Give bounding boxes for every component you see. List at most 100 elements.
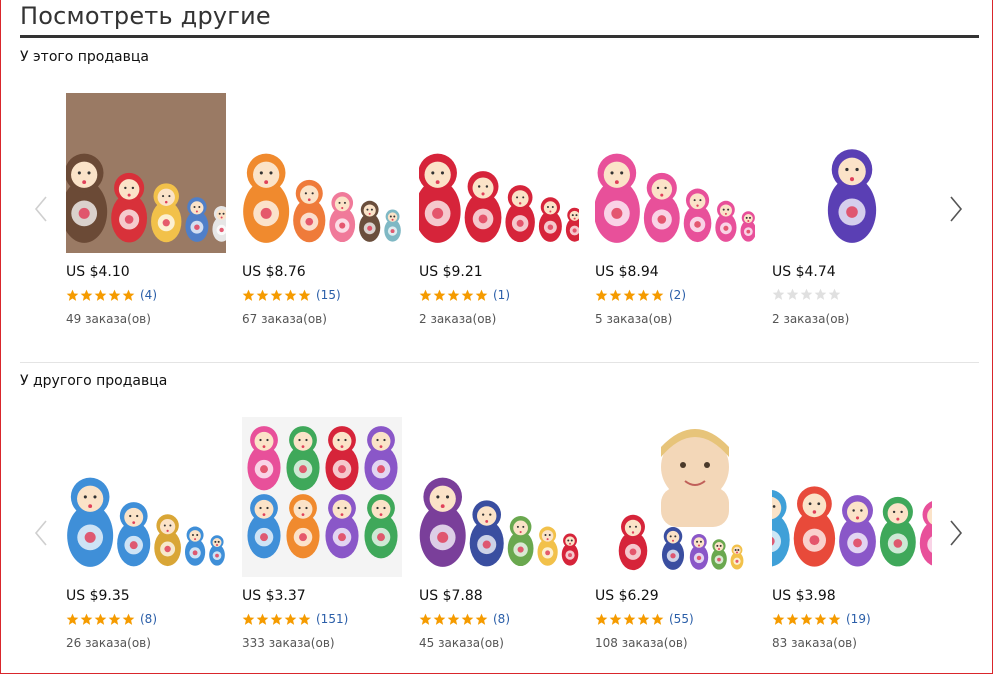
star-icon bbox=[298, 613, 311, 625]
product-card[interactable]: US $6.29 (55) 108 заказа(ов) bbox=[595, 417, 765, 650]
star-icon bbox=[828, 613, 841, 625]
star-icon bbox=[419, 613, 432, 625]
product-image-graphic bbox=[242, 417, 402, 577]
star-icon bbox=[800, 288, 813, 300]
product-orders: 2 заказа(ов) bbox=[772, 312, 850, 326]
product-card[interactable]: US $3.98 (19) 83 заказа(ов) bbox=[772, 417, 942, 650]
product-card[interactable]: US $8.76 (15) 67 заказа(ов) bbox=[242, 93, 412, 326]
product-image-graphic bbox=[772, 93, 932, 253]
product-card[interactable]: US $9.21 (1) 2 заказа(ов) bbox=[419, 93, 589, 326]
product-rating: (151) bbox=[242, 612, 348, 626]
review-count-link[interactable]: (2) bbox=[669, 288, 686, 302]
review-count-link[interactable]: (4) bbox=[140, 288, 157, 302]
star-icon bbox=[284, 613, 297, 625]
product-image-graphic bbox=[242, 93, 402, 253]
star-icon bbox=[828, 288, 841, 300]
product-price: US $8.94 bbox=[595, 264, 659, 280]
product-image-graphic bbox=[66, 93, 226, 253]
section-heading-other-seller: У другого продавца bbox=[20, 373, 168, 389]
review-count-link[interactable]: (55) bbox=[669, 612, 694, 626]
star-icon bbox=[447, 289, 460, 301]
product-image[interactable] bbox=[66, 93, 226, 253]
star-icon bbox=[786, 613, 799, 625]
product-image-graphic bbox=[419, 93, 579, 253]
rating-stars bbox=[242, 613, 311, 626]
review-count-link[interactable]: (8) bbox=[140, 612, 157, 626]
star-icon bbox=[270, 613, 283, 625]
product-card[interactable]: US $4.74 2 заказа(ов) bbox=[772, 93, 942, 326]
product-card[interactable]: US $8.94 (2) 5 заказа(ов) bbox=[595, 93, 765, 326]
product-image-graphic bbox=[419, 417, 579, 577]
product-image-graphic bbox=[595, 93, 755, 253]
product-rating: (4) bbox=[66, 288, 157, 302]
star-icon bbox=[772, 288, 785, 300]
carousel-prev-button[interactable] bbox=[31, 194, 51, 224]
rating-stars bbox=[419, 289, 488, 302]
star-icon bbox=[242, 613, 255, 625]
star-icon bbox=[447, 613, 460, 625]
product-card[interactable]: US $7.88 (8) 45 заказа(ов) bbox=[419, 417, 589, 650]
product-price: US $4.10 bbox=[66, 264, 130, 280]
chevron-left-icon bbox=[34, 520, 47, 546]
product-orders: 67 заказа(ов) bbox=[242, 312, 327, 326]
product-image[interactable] bbox=[242, 417, 402, 577]
product-price: US $9.35 bbox=[66, 588, 130, 604]
star-icon bbox=[637, 289, 650, 301]
product-image[interactable] bbox=[772, 93, 932, 253]
star-icon bbox=[256, 289, 269, 301]
star-icon bbox=[609, 289, 622, 301]
product-rating: (1) bbox=[419, 288, 510, 302]
rating-stars bbox=[772, 613, 841, 626]
product-card[interactable]: US $9.35 (8) 26 заказа(ов) bbox=[66, 417, 236, 650]
carousel-next-button[interactable] bbox=[946, 518, 966, 548]
product-image[interactable] bbox=[242, 93, 402, 253]
product-orders: 83 заказа(ов) bbox=[772, 636, 857, 650]
star-icon bbox=[637, 613, 650, 625]
product-image[interactable] bbox=[595, 417, 755, 577]
review-count-link[interactable]: (19) bbox=[846, 612, 871, 626]
product-rating: (8) bbox=[66, 612, 157, 626]
product-image[interactable] bbox=[419, 93, 579, 253]
product-price: US $4.74 bbox=[772, 264, 836, 280]
star-icon bbox=[108, 613, 121, 625]
product-price: US $7.88 bbox=[419, 588, 483, 604]
product-image[interactable] bbox=[66, 417, 226, 577]
product-card[interactable]: US $4.10 (4) 49 заказа(ов) bbox=[66, 93, 236, 326]
product-price: US $3.98 bbox=[772, 588, 836, 604]
rating-stars bbox=[772, 288, 841, 301]
star-icon bbox=[800, 613, 813, 625]
rating-stars bbox=[66, 289, 135, 302]
review-count-link[interactable]: (15) bbox=[316, 288, 341, 302]
chevron-left-icon bbox=[34, 196, 47, 222]
page-title: Посмотреть другие bbox=[20, 2, 271, 30]
rating-stars bbox=[595, 613, 664, 626]
section-heading-this-seller: У этого продавца bbox=[20, 49, 149, 65]
review-count-link[interactable]: (151) bbox=[316, 612, 348, 626]
carousel-prev-button[interactable] bbox=[31, 518, 51, 548]
star-icon bbox=[461, 289, 474, 301]
star-icon bbox=[122, 289, 135, 301]
star-icon bbox=[108, 289, 121, 301]
product-image[interactable] bbox=[595, 93, 755, 253]
product-price: US $6.29 bbox=[595, 588, 659, 604]
product-rating: (8) bbox=[419, 612, 510, 626]
product-card[interactable]: US $3.37 (151) 333 заказа(ов) bbox=[242, 417, 412, 650]
star-icon bbox=[270, 289, 283, 301]
star-icon bbox=[772, 613, 785, 625]
star-icon bbox=[66, 613, 79, 625]
review-count-link[interactable]: (1) bbox=[493, 288, 510, 302]
product-image[interactable] bbox=[772, 417, 932, 577]
star-icon bbox=[433, 613, 446, 625]
rating-stars bbox=[595, 289, 664, 302]
product-image[interactable] bbox=[419, 417, 579, 577]
star-icon bbox=[122, 613, 135, 625]
carousel-next-button[interactable] bbox=[946, 194, 966, 224]
rating-stars bbox=[66, 613, 135, 626]
star-icon bbox=[80, 613, 93, 625]
chevron-right-icon bbox=[950, 196, 963, 222]
star-icon bbox=[651, 613, 664, 625]
product-image-graphic bbox=[66, 417, 226, 577]
review-count-link[interactable]: (8) bbox=[493, 612, 510, 626]
star-icon bbox=[814, 288, 827, 300]
product-orders: 2 заказа(ов) bbox=[419, 312, 497, 326]
